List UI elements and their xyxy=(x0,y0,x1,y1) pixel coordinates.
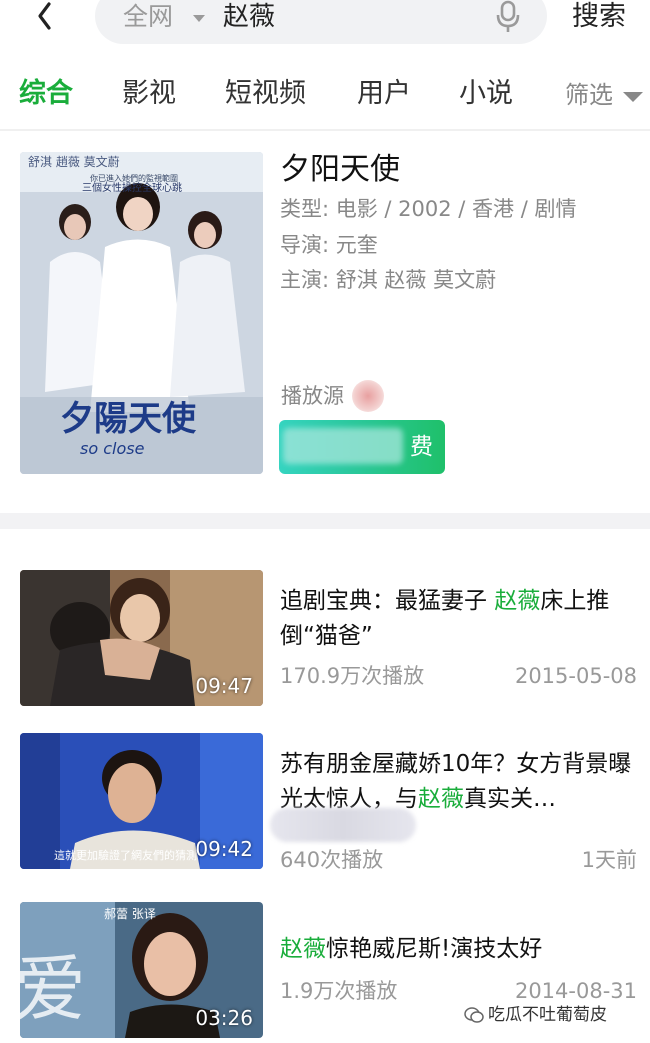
video-title[interactable]: 追剧宝典：最猛妻子 赵薇床上推倒“猫爸” xyxy=(280,584,640,654)
video-title[interactable]: 苏有朋金屋藏娇10年？女方背景曝光太惊人，与赵薇真实关… xyxy=(280,747,640,817)
movie-cast: 主演: 舒淇 赵薇 莫文蔚 xyxy=(280,268,497,292)
video-thumbnail[interactable]: 09:47 xyxy=(20,570,263,706)
search-input[interactable]: 赵薇 xyxy=(223,0,275,34)
tab-novels[interactable]: 小说 xyxy=(459,74,513,114)
title-highlight: 赵薇 xyxy=(494,588,541,614)
video-views: 1.9万次播放 xyxy=(280,979,398,1003)
result-tabs: 综合 影视 短视频 用户 小说 筛选 xyxy=(0,70,650,120)
video-date: 2014-08-31 xyxy=(514,979,637,1003)
video-duration: 03:26 xyxy=(195,1006,253,1030)
poster-logo: 夕陽天使 xyxy=(60,399,197,439)
play-source-label: 播放源 xyxy=(281,384,344,408)
watermark: 吃瓜不吐葡萄皮 xyxy=(464,1004,607,1026)
movie-director: 导演: 元奎 xyxy=(280,233,378,257)
thumbnail-header: 郝蕾 张译 xyxy=(104,907,156,921)
thumbnail-caption: 這就更加驗證了網友們的猜測 xyxy=(54,848,197,862)
tab-comprehensive[interactable]: 综合 xyxy=(19,74,73,114)
video-item[interactable]: 09:47 追剧宝典：最猛妻子 赵薇床上推倒“猫爸” 170.9万次播放 201… xyxy=(0,570,650,710)
title-text: 追剧宝典：最猛妻子 xyxy=(280,588,495,614)
video-views: 170.9万次播放 xyxy=(280,664,425,688)
title-text: 真实关… xyxy=(464,786,556,812)
search-button[interactable]: 搜索 xyxy=(572,0,626,37)
video-thumbnail[interactable]: 爱 郝蕾 张译 03:26 xyxy=(20,902,263,1038)
poster-tagline-1: 你已進入她們的監視範圍 xyxy=(90,173,178,183)
movie-poster[interactable]: 舒淇 趙薇 莫文蔚 你已進入她們的監視範圍 三個女性操控全球心跳 夕陽天使 so… xyxy=(20,152,263,474)
video-thumbnail[interactable]: 這就更加驗證了網友們的猜測 09:42 xyxy=(20,733,263,869)
blurred-label xyxy=(283,428,403,464)
title-highlight: 赵薇 xyxy=(418,786,464,812)
play-source-logo[interactable] xyxy=(352,380,384,412)
video-duration: 09:42 xyxy=(195,837,253,861)
play-button-label: 费 xyxy=(410,434,433,460)
video-date: 2015-05-08 xyxy=(514,664,637,688)
poster-tagline-2: 三個女性操控全球心跳 xyxy=(82,181,182,194)
poster-logo-en: so close xyxy=(80,439,145,458)
chevron-left-icon xyxy=(38,2,51,30)
movie-type: 类型: 电影 / 2002 / 香港 / 剧情 xyxy=(280,197,577,221)
search-box[interactable]: 全网 赵薇 xyxy=(95,0,547,44)
poster-cast-text: 舒淇 趙薇 莫文蔚 xyxy=(28,154,120,169)
caret-down-icon xyxy=(623,92,643,102)
wechat-icon xyxy=(464,1007,484,1023)
tab-short-video[interactable]: 短视频 xyxy=(225,74,306,114)
search-scope-dropdown[interactable]: 全网 xyxy=(123,0,173,34)
movie-title[interactable]: 夕阳天使 xyxy=(280,150,400,190)
top-bar: 全网 赵薇 搜索 xyxy=(0,0,650,50)
video-date: 1天前 xyxy=(581,848,637,872)
svg-text:爱: 爱 xyxy=(20,947,86,1031)
video-duration: 09:47 xyxy=(195,674,253,698)
title-text: 惊艳威尼斯!演技太好 xyxy=(326,936,543,962)
caret-down-icon xyxy=(193,15,205,22)
back-button[interactable] xyxy=(30,0,60,40)
poster-art: 舒淇 趙薇 莫文蔚 你已進入她們的監視範圍 三個女性操控全球心跳 夕陽天使 so… xyxy=(20,152,263,474)
video-title[interactable]: 赵薇惊艳威尼斯!演技太好 xyxy=(280,932,640,967)
tab-film-tv[interactable]: 影视 xyxy=(122,74,176,114)
blurred-author xyxy=(270,808,416,842)
microphone-icon[interactable] xyxy=(495,0,521,34)
filter-button[interactable]: 筛选 xyxy=(565,76,613,114)
divider xyxy=(0,129,650,131)
video-item[interactable]: 這就更加驗證了網友們的猜測 09:42 苏有朋金屋藏娇10年？女方背景曝光太惊人… xyxy=(0,733,650,873)
tab-users[interactable]: 用户 xyxy=(357,74,411,114)
video-views: 640次播放 xyxy=(280,848,384,872)
play-button[interactable]: 费 xyxy=(279,420,445,474)
watermark-text: 吃瓜不吐葡萄皮 xyxy=(488,1005,607,1025)
section-divider xyxy=(0,513,650,529)
title-highlight: 赵薇 xyxy=(280,936,326,962)
